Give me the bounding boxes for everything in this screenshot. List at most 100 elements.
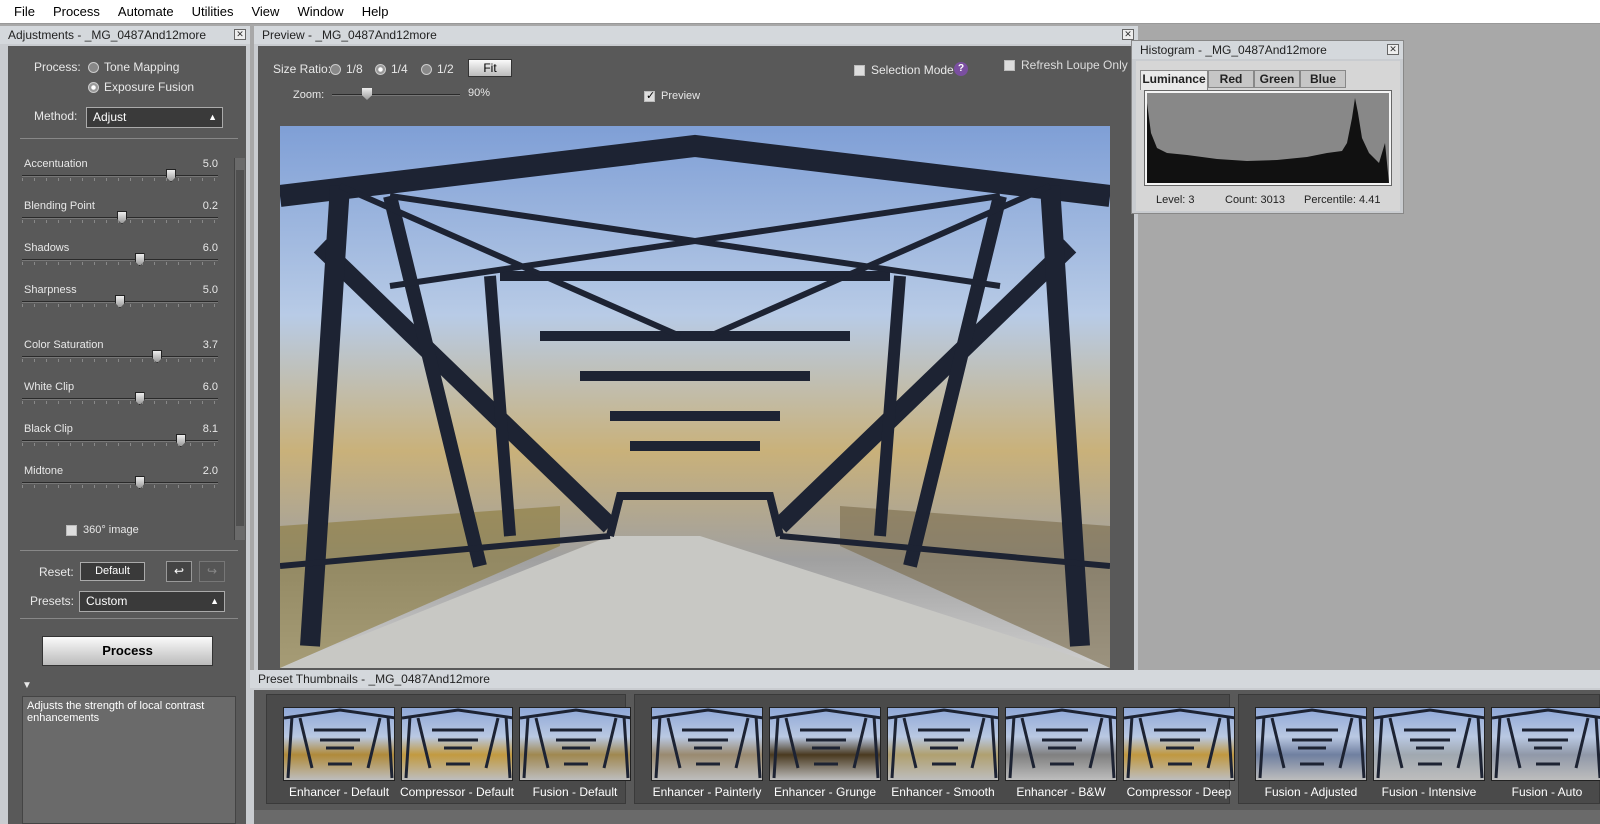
preset-thumbnail[interactable] xyxy=(769,707,881,781)
presets-value: Custom xyxy=(86,594,128,608)
undo-icon: ↩ xyxy=(173,564,185,578)
menu-view[interactable]: View xyxy=(242,4,288,19)
preset-thumbnails-panel: Preset Thumbnails - _MG_0487And12more En… xyxy=(250,670,1600,824)
preset-thumbnail[interactable] xyxy=(1005,707,1117,781)
scrollbar-thumb[interactable] xyxy=(236,170,244,526)
slider-label: Black Clip xyxy=(24,423,73,435)
slider-label: White Clip xyxy=(24,381,75,393)
adjustments-title: Adjustments - _MG_0487And12more ✕ xyxy=(0,26,250,44)
slider-white-clip[interactable]: White Clip 6.0 xyxy=(22,381,218,407)
adjustments-panel: Adjustments - _MG_0487And12more ✕ Proces… xyxy=(0,26,250,824)
preset-thumbnail[interactable] xyxy=(1123,707,1235,781)
slider-black-clip[interactable]: Black Clip 8.1 xyxy=(22,423,218,449)
reset-label: Reset: xyxy=(39,565,74,579)
adjustments-body: Process: Tone Mapping Exposure Fusion Me… xyxy=(8,46,246,824)
slider-value: 3.7 xyxy=(202,339,218,351)
tab-luminance[interactable]: Luminance xyxy=(1140,70,1208,90)
ratio-label: 1/2 xyxy=(437,62,454,76)
slider-sharpness[interactable]: Sharpness 5.0 xyxy=(22,284,218,310)
checkbox-icon xyxy=(1004,59,1015,71)
radio-tone-mapping[interactable]: Tone Mapping xyxy=(88,60,179,74)
slider-track[interactable] xyxy=(22,259,218,261)
slider-track[interactable] xyxy=(22,440,218,442)
slider-label: Blending Point xyxy=(24,200,95,212)
bridge-thumbnail-image xyxy=(770,708,880,779)
process-button[interactable]: Process xyxy=(42,636,213,666)
preset-thumbnail-label: Fusion - Intensive xyxy=(1381,785,1477,799)
collapse-triangle-icon[interactable]: ▼ xyxy=(22,680,32,691)
histogram-chart[interactable] xyxy=(1144,90,1392,186)
image360-checkbox[interactable]: 360° image xyxy=(66,524,139,536)
refresh-loupe-checkbox[interactable]: Refresh Loupe Only xyxy=(1004,58,1128,72)
slider-label: Midtone xyxy=(24,465,64,477)
slider-track[interactable] xyxy=(22,482,218,484)
ratio-1-2[interactable]: 1/2 xyxy=(421,62,454,76)
slider-track[interactable] xyxy=(22,398,218,400)
preset-thumbnail[interactable] xyxy=(283,707,395,781)
preset-thumbnail[interactable] xyxy=(519,707,631,781)
preview-checkbox[interactable]: Preview xyxy=(644,89,700,102)
preview-image[interactable] xyxy=(280,126,1110,668)
close-icon[interactable]: ✕ xyxy=(1387,44,1399,55)
help-icon[interactable]: ? xyxy=(954,62,968,76)
histogram-count: Count: 3013 xyxy=(1225,194,1285,206)
preset-thumbnail[interactable] xyxy=(1491,707,1600,781)
bridge-thumbnail-image xyxy=(402,708,512,779)
menu-window[interactable]: Window xyxy=(288,4,352,19)
histogram-percentile: Percentile: 4.41 xyxy=(1304,194,1381,206)
selection-mode-label: Selection Mode xyxy=(871,63,954,77)
slider-shadows[interactable]: Shadows 6.0 xyxy=(22,242,218,268)
preview-title: Preview - _MG_0487And12more ✕ xyxy=(254,26,1138,44)
radio-tone-mapping-label: Tone Mapping xyxy=(104,60,180,74)
slider-blending-point[interactable]: Blending Point 0.2 xyxy=(22,200,218,226)
slider-midtone[interactable]: Midtone 2.0 xyxy=(22,465,218,491)
updown-arrow-icon: ▲ xyxy=(208,112,217,122)
method-select[interactable]: Adjust ▲ xyxy=(86,107,223,128)
tab-blue[interactable]: Blue xyxy=(1300,70,1346,88)
slider-ticks xyxy=(22,401,218,404)
menu-file[interactable]: File xyxy=(0,4,44,19)
close-icon[interactable]: ✕ xyxy=(234,29,246,40)
thumbnail-group: Fusion - Adjusted Fusion - Intensive Fusio… xyxy=(1238,694,1600,804)
ratio-1-4[interactable]: 1/4 xyxy=(375,62,408,76)
preset-thumbnail[interactable] xyxy=(1373,707,1485,781)
menu-utilities[interactable]: Utilities xyxy=(183,4,243,19)
preset-thumbnail-label: Enhancer - Default xyxy=(288,785,390,799)
zoom-label: Zoom: xyxy=(293,89,325,101)
bridge-thumbnail-image xyxy=(520,708,630,779)
close-icon[interactable]: ✕ xyxy=(1122,29,1134,40)
preset-thumbnail[interactable] xyxy=(887,707,999,781)
slider-label: Shadows xyxy=(24,242,70,254)
presets-select[interactable]: Custom ▲ xyxy=(79,591,225,612)
menu-process[interactable]: Process xyxy=(44,4,109,19)
vertical-scrollbar[interactable] xyxy=(234,158,245,540)
preview-body: Size Ratio: 1/8 1/4 1/2 Fit Selection Mo… xyxy=(258,46,1134,674)
menu-help[interactable]: Help xyxy=(353,4,398,19)
selection-mode-checkbox[interactable]: Selection Mode xyxy=(854,63,954,77)
slider-color-saturation[interactable]: Color Saturation 3.7 xyxy=(22,339,218,365)
zoom-slider-thumb[interactable] xyxy=(362,88,372,100)
redo-button[interactable]: ↪ xyxy=(199,561,225,582)
horizontal-scrollbar[interactable] xyxy=(254,810,1600,824)
slider-track[interactable] xyxy=(22,356,218,358)
tab-green[interactable]: Green xyxy=(1254,70,1300,88)
slider-accentuation[interactable]: Accentuation 5.0 xyxy=(22,158,218,184)
tab-red[interactable]: Red xyxy=(1208,70,1254,88)
radio-exposure-fusion[interactable]: Exposure Fusion xyxy=(88,80,194,94)
default-button[interactable]: Default xyxy=(80,562,145,581)
slider-track[interactable] xyxy=(22,175,218,177)
radio-exposure-fusion-label: Exposure Fusion xyxy=(104,80,195,94)
zoom-slider[interactable] xyxy=(332,94,460,96)
menu-automate[interactable]: Automate xyxy=(109,4,183,19)
preset-thumbnail[interactable] xyxy=(651,707,763,781)
slider-value: 6.0 xyxy=(202,381,218,393)
undo-button[interactable]: ↩ xyxy=(166,561,192,582)
slider-ticks xyxy=(22,485,218,488)
ratio-1-8[interactable]: 1/8 xyxy=(330,62,363,76)
thumbnail-group: Enhancer - Painterly Enhancer - Grunge Enh… xyxy=(634,694,1235,804)
fit-button[interactable]: Fit xyxy=(468,59,512,77)
preset-thumbnail[interactable] xyxy=(401,707,513,781)
preset-thumbnail-label: Compressor - Deep xyxy=(1126,785,1232,799)
preset-thumbnail[interactable] xyxy=(1255,707,1367,781)
bridge-thumbnail-image xyxy=(284,708,394,779)
